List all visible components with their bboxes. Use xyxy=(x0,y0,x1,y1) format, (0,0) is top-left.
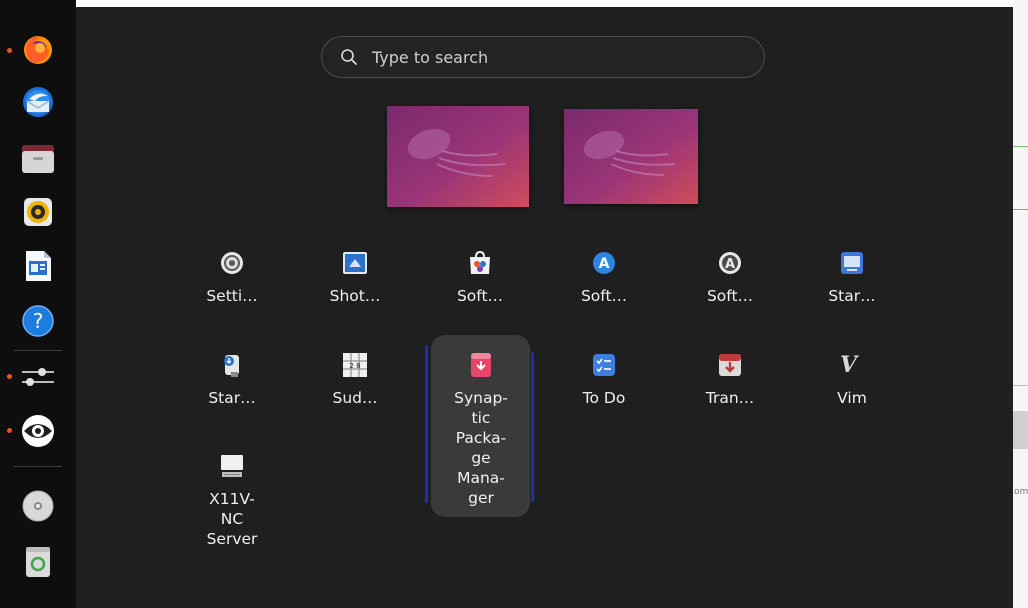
app-synaptic[interactable]: Synap- tic Packa- ge Mana- ger xyxy=(431,352,531,508)
search-bar[interactable] xyxy=(321,36,765,78)
running-indicator xyxy=(7,428,12,433)
app-label: Setti… xyxy=(206,287,258,305)
startup-disk-icon xyxy=(841,252,863,274)
help-icon: ? xyxy=(22,305,54,337)
sudoku-digits: 2 8 xyxy=(349,362,360,370)
app-label: Soft… xyxy=(706,287,754,305)
app-software-updater[interactable]: A Soft… xyxy=(554,250,654,306)
thunderbird-icon xyxy=(23,87,53,117)
dock-item-tweaks[interactable] xyxy=(18,357,58,397)
software-updater-icon: A xyxy=(593,252,615,274)
app-settings[interactable]: Setti… xyxy=(182,250,282,306)
jellyfish-wallpaper xyxy=(564,109,698,204)
jellyfish-wallpaper xyxy=(387,106,529,207)
firefox-icon xyxy=(24,36,52,64)
app-label: Synap- tic Packa- ge Mana- ger xyxy=(454,389,508,507)
app-startup-disk[interactable]: Star… xyxy=(802,250,902,306)
dock-separator xyxy=(14,466,62,467)
speaker-icon xyxy=(24,198,52,226)
annotation-stroke-left xyxy=(425,345,428,503)
app-label: To Do xyxy=(582,389,626,407)
app-label: Soft… xyxy=(580,287,628,305)
dock-item-thunderbird[interactable] xyxy=(18,82,58,122)
svg-text:A: A xyxy=(599,256,610,272)
dock: ? xyxy=(0,0,76,608)
files-icon xyxy=(22,145,54,173)
dock-item-writer[interactable] xyxy=(18,246,58,286)
todo-icon xyxy=(593,354,615,376)
workspace-thumbnail-1[interactable] xyxy=(387,106,529,207)
dock-item-rhythmbox[interactable] xyxy=(18,192,58,232)
app-label: Tran… xyxy=(705,389,755,407)
app-software-properties[interactable]: A Soft… xyxy=(680,250,780,306)
writer-document-icon xyxy=(26,251,51,281)
annotation-stroke-right xyxy=(531,352,534,502)
svg-text:?: ? xyxy=(33,309,44,333)
search-input[interactable] xyxy=(370,46,734,68)
app-sudoku[interactable]: 2 8 Sud… xyxy=(305,352,405,408)
trash-icon xyxy=(26,547,50,577)
strip-line xyxy=(1013,146,1028,147)
software-icon xyxy=(470,250,490,274)
startup-apps-icon xyxy=(224,355,239,377)
app-transmission[interactable]: Tran… xyxy=(680,352,780,408)
strip-line xyxy=(1013,385,1028,386)
dock-item-firefox[interactable] xyxy=(18,29,58,69)
dock-separator xyxy=(14,350,62,351)
dock-item-disc[interactable] xyxy=(18,486,58,526)
dock-item-trash[interactable] xyxy=(18,542,58,582)
eye-icon xyxy=(22,415,54,447)
sliders-icon xyxy=(22,368,54,386)
background-window-edge: om xyxy=(1013,0,1028,608)
strip-line xyxy=(1013,209,1028,210)
activities-overview: Setti… Shot… Soft… A Soft… A So xyxy=(76,7,1013,608)
app-label: X11V- NC Server xyxy=(206,490,258,548)
running-indicator xyxy=(7,48,12,53)
app-label: Star… xyxy=(828,287,876,305)
sudoku-icon: 2 8 xyxy=(343,353,367,377)
app-label: Vim xyxy=(837,389,867,407)
dock-item-image-viewer[interactable] xyxy=(18,411,58,451)
gear-icon xyxy=(221,252,243,274)
dock-item-files[interactable] xyxy=(18,138,58,178)
transmission-icon xyxy=(719,354,741,376)
vim-icon: V im xyxy=(840,352,865,378)
strip-text: om xyxy=(1014,487,1028,497)
app-screenshot[interactable]: Shot… xyxy=(305,250,405,306)
app-label: Shot… xyxy=(329,287,381,305)
app-vim[interactable]: V im Vim xyxy=(802,352,902,408)
running-indicator xyxy=(7,374,12,379)
screenshot-icon xyxy=(343,252,367,274)
synaptic-icon xyxy=(471,353,491,377)
app-label: Sud… xyxy=(332,389,378,407)
svg-text:A: A xyxy=(725,257,735,272)
app-todo[interactable]: To Do xyxy=(554,352,654,408)
app-label: Star… xyxy=(208,389,256,407)
disc-icon xyxy=(22,490,54,522)
strip-block xyxy=(1013,411,1028,449)
workspace-thumbnail-2[interactable] xyxy=(564,109,698,204)
search-icon xyxy=(341,49,357,65)
software-properties-icon: A xyxy=(719,252,741,274)
vim-letters: V im xyxy=(840,352,865,378)
app-x11vnc[interactable]: X11V- NC Server xyxy=(182,453,282,549)
app-label: Soft… xyxy=(456,287,504,305)
x11vnc-icon xyxy=(221,455,243,477)
app-startup-apps[interactable]: Star… xyxy=(182,352,282,408)
dock-item-help[interactable]: ? xyxy=(18,301,58,341)
app-software[interactable]: Soft… xyxy=(430,250,530,306)
